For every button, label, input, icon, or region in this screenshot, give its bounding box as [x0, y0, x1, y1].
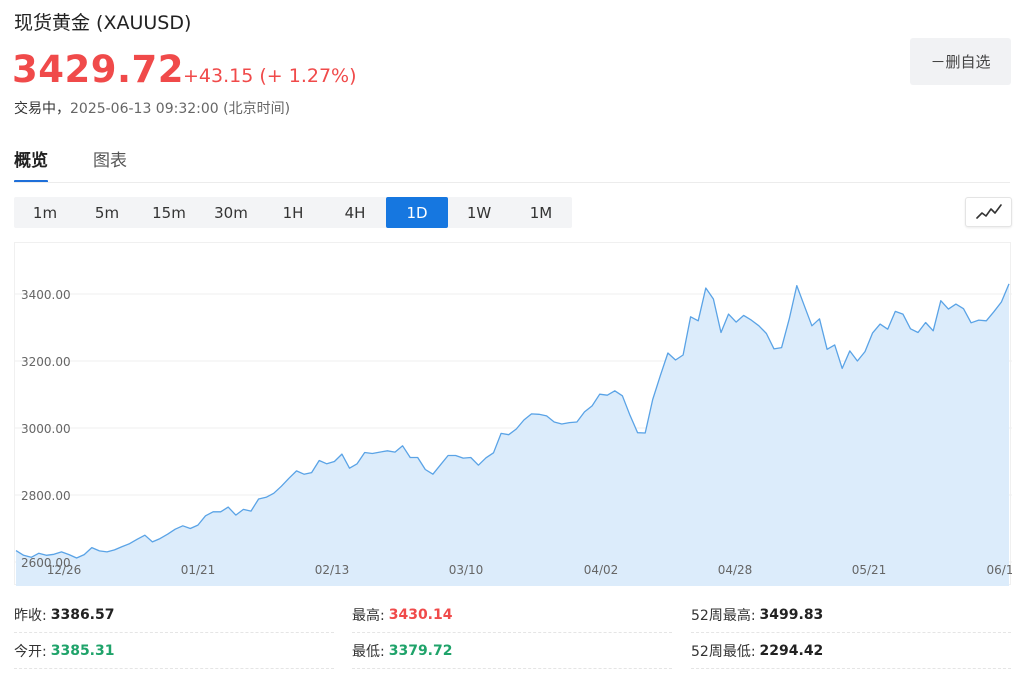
- stat-52w-low: 52周最低: 2294.42: [691, 634, 1011, 669]
- trading-status: 交易中，2025-06-13 09:32:00 (北京时间): [14, 98, 290, 118]
- chart-type-button[interactable]: [965, 197, 1012, 227]
- tab-chart[interactable]: 图表: [93, 146, 127, 183]
- period-selector: 1m 5m 15m 30m 1H 4H 1D 1W 1M: [14, 197, 572, 228]
- price-chart-svg: 2600.002800.003000.003200.003400.0012/26…: [15, 283, 1013, 586]
- period-1h[interactable]: 1H: [262, 197, 324, 228]
- quote-time: 2025-06-13 09:32:00 (北京时间): [70, 101, 291, 117]
- stat-label: 最高:: [352, 608, 385, 624]
- x-tick-label: 04/02: [584, 563, 619, 577]
- x-tick-label: 04/28: [718, 563, 753, 577]
- stat-high: 最高: 3430.14: [352, 598, 672, 633]
- stat-value: 3385.31: [50, 643, 115, 659]
- x-tick-label: 05/21: [852, 563, 887, 577]
- stat-value: 2294.42: [759, 643, 824, 659]
- line-chart-icon: [975, 204, 1002, 219]
- stat-prev-close: 昨收: 3386.57: [14, 598, 334, 633]
- x-tick-label: 01/21: [181, 563, 216, 577]
- tab-divider: [14, 182, 1010, 183]
- y-tick-label: 3400.00: [21, 288, 71, 302]
- stat-label: 今开:: [14, 644, 47, 660]
- remove-watchlist-button[interactable]: －删自选: [910, 38, 1011, 85]
- stat-value: 3430.14: [388, 607, 453, 623]
- stat-value: 3386.57: [50, 607, 115, 623]
- stat-label: 52周最低:: [691, 644, 756, 660]
- stat-value: 3499.83: [759, 607, 824, 623]
- period-1d[interactable]: 1D: [386, 197, 448, 228]
- current-price: 3429.72: [12, 48, 185, 91]
- stat-value: 3379.72: [388, 643, 453, 659]
- period-30m[interactable]: 30m: [200, 197, 262, 228]
- period-1w[interactable]: 1W: [448, 197, 510, 228]
- instrument-title: 现货黄金 (XAUUSD): [14, 12, 192, 34]
- period-15m[interactable]: 15m: [138, 197, 200, 228]
- period-1m[interactable]: 1m: [14, 197, 76, 228]
- y-tick-label: 3200.00: [21, 355, 71, 369]
- stat-label: 52周最高:: [691, 608, 756, 624]
- tab-bar: 概览 图表: [14, 146, 172, 183]
- x-tick-label: 03/10: [449, 563, 484, 577]
- y-tick-label: 3000.00: [21, 422, 71, 436]
- stat-52w-high: 52周最高: 3499.83: [691, 598, 1011, 633]
- period-4h[interactable]: 4H: [324, 197, 386, 228]
- price-change: +43.15 (+ 1.27%): [183, 65, 357, 87]
- trading-status-label: 交易中，: [14, 101, 70, 117]
- stat-open: 今开: 3385.31: [14, 634, 334, 669]
- period-1mo[interactable]: 1M: [510, 197, 572, 228]
- stat-label: 最低:: [352, 644, 385, 660]
- stat-label: 昨收:: [14, 608, 47, 624]
- x-tick-label: 12/26: [47, 563, 82, 577]
- x-tick-label: 02/13: [315, 563, 350, 577]
- period-5m[interactable]: 5m: [76, 197, 138, 228]
- price-area: [16, 283, 1009, 586]
- tab-overview[interactable]: 概览: [14, 146, 48, 183]
- stat-low: 最低: 3379.72: [352, 634, 672, 669]
- y-tick-label: 2800.00: [21, 489, 71, 503]
- x-tick-label: 06/1: [987, 563, 1012, 577]
- price-chart[interactable]: 2600.00 2800.00 3000.00 3200.00 3400.00 12/26…: [14, 242, 1013, 586]
